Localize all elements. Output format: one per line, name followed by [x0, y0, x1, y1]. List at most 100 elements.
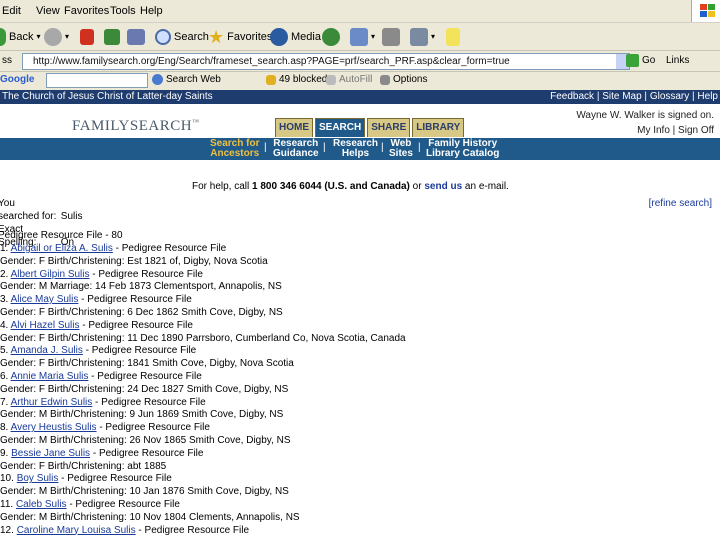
church-name[interactable]: The Church of Jesus Christ of Latter-day…: [2, 91, 213, 102]
print-icon: [382, 27, 400, 46]
favorites-button[interactable]: ★ Favorites: [208, 27, 272, 46]
result-name-link[interactable]: Arthur Edwin Sulis: [11, 397, 93, 408]
edit-button[interactable]: ▾: [410, 27, 435, 46]
result-source: - Pedigree Resource File: [90, 447, 204, 459]
subnav-label: Guidance: [273, 148, 319, 159]
media-button[interactable]: Media: [270, 27, 321, 46]
result-name-link[interactable]: Avery Heustis Sulis: [11, 422, 97, 433]
history-icon: [322, 27, 340, 46]
note-button[interactable]: [446, 27, 460, 46]
result-number: 4.: [0, 319, 9, 331]
note-icon: [446, 27, 460, 46]
account-links[interactable]: My Info | Sign Off: [576, 123, 714, 138]
help-prefix: For help, call: [192, 181, 253, 192]
go-button[interactable]: Go: [626, 54, 655, 67]
address-input[interactable]: http://www.familysearch.org/Eng/Search/f…: [22, 53, 630, 70]
top-links[interactable]: Feedback | Site Map | Glossary | Help: [550, 91, 718, 102]
menu-tools[interactable]: Tools: [110, 5, 136, 17]
subnav-web-sites[interactable]: Web Sites: [389, 139, 413, 159]
subnav-divider: |: [264, 142, 267, 153]
google-search-input[interactable]: [46, 73, 148, 88]
autofill-icon: [326, 74, 336, 85]
subnav-family-history-library-catalog[interactable]: Family History Library Catalog: [426, 139, 499, 159]
windows-logo-icon: [691, 0, 720, 22]
menu-edit[interactable]: Edit: [2, 5, 21, 17]
result-source: - Pedigree Resource File: [82, 345, 197, 357]
result-item: 12. Caroline Mary Louisa Sulis - Pedigre…: [0, 525, 720, 550]
result-number: 2.: [0, 268, 9, 280]
refine-search-text[interactable]: [refine search]: [649, 198, 712, 209]
autofill-button[interactable]: AutoFill: [326, 74, 372, 85]
result-number: 11.: [0, 498, 14, 510]
popup-blocked-button[interactable]: 49 blocked: [266, 74, 327, 85]
refresh-icon: [104, 28, 120, 45]
home-button[interactable]: [127, 27, 145, 46]
result-name-link[interactable]: Alice May Sulis: [11, 294, 79, 305]
subnav-label: Helps: [341, 148, 370, 159]
church-strip: The Church of Jesus Christ of Latter-day…: [0, 90, 720, 104]
subnav-label: Library Catalog: [426, 148, 500, 159]
google-search-web-button[interactable]: Search Web: [152, 74, 221, 85]
options-button[interactable]: Options: [380, 74, 427, 85]
google-toolbar: Google Search Web 49 blocked AutoFill Op…: [0, 72, 720, 91]
google-search-web-label: Search Web: [166, 74, 221, 85]
result-name-link[interactable]: Caleb Sulis: [16, 499, 67, 510]
result-item: 3. Alice May Sulis - Pedigree Resource F…: [0, 294, 720, 320]
tab-search[interactable]: SEARCH: [315, 118, 366, 137]
result-item: 5. Amanda J. Sulis - Pedigree Resource F…: [0, 345, 720, 371]
tab-home[interactable]: HOME: [275, 118, 313, 137]
forward-button[interactable]: ▾: [44, 27, 69, 46]
result-number: 8.: [0, 422, 9, 434]
result-name-link[interactable]: Bessie Jane Sulis: [11, 448, 90, 459]
back-button[interactable]: Back ▾: [0, 27, 40, 46]
mail-button[interactable]: ▾: [350, 27, 375, 46]
sub-navigation: Search for Ancestors | Research Guidance…: [0, 138, 720, 160]
links-button[interactable]: Links: [666, 55, 689, 66]
history-button[interactable]: [322, 27, 340, 46]
result-name-link[interactable]: Boy Sulis: [17, 473, 59, 484]
subnav-divider: |: [323, 142, 326, 153]
menu-favorites[interactable]: Favorites: [64, 5, 109, 17]
tab-library[interactable]: LIBRARY: [412, 118, 465, 137]
subnav-label: Ancestors: [210, 148, 260, 159]
result-name-link[interactable]: Abigail or Eliza A. Sulis: [11, 243, 113, 254]
result-item: 9. Bessie Jane Sulis - Pedigree Resource…: [0, 448, 720, 474]
search-label: Search: [174, 30, 209, 43]
familysearch-logo[interactable]: FAMILYSEARCH™: [72, 118, 199, 135]
result-number: 7.: [0, 396, 9, 408]
subnav-search-for-ancestors[interactable]: Search for Ancestors: [210, 139, 259, 159]
result-name-link[interactable]: Caroline Mary Louisa Sulis: [17, 525, 136, 536]
results-list: 1. Abigail or Eliza A. Sulis - Pedigree …: [0, 243, 720, 550]
menu-view[interactable]: View: [36, 5, 60, 17]
refresh-button[interactable]: [104, 27, 120, 46]
edit-icon: [410, 27, 428, 46]
search-button[interactable]: Search: [155, 27, 209, 46]
result-event: Gender: F Birth/Christening: Est 1821 of…: [0, 255, 268, 267]
options-icon: [380, 74, 390, 85]
menu-help[interactable]: Help: [140, 5, 163, 17]
refine-search-link[interactable]: [refine search]: [649, 198, 712, 209]
tab-share[interactable]: SHARE: [367, 118, 411, 137]
result-event: Gender: M Birth/Christening: 10 Nov 1804…: [0, 511, 300, 523]
stop-button[interactable]: [80, 27, 94, 46]
result-name-link[interactable]: Albert Gilpin Sulis: [11, 269, 90, 280]
result-source: - Pedigree Resource File: [58, 473, 172, 485]
logo-text: FAMILYSEARCH: [72, 118, 193, 134]
result-number: 10.: [0, 473, 14, 485]
subnav-research-helps[interactable]: Research Helps: [333, 139, 378, 159]
result-item: 1. Abigail or Eliza A. Sulis - Pedigree …: [0, 243, 720, 269]
result-item: 6. Annie Maria Sulis - Pedigree Resource…: [0, 371, 720, 397]
result-name-link[interactable]: Alvi Hazel Sulis: [11, 320, 80, 331]
subnav-research-guidance[interactable]: Research Guidance: [273, 139, 319, 159]
send-email-link[interactable]: send us: [424, 181, 462, 192]
google-logo[interactable]: Google: [0, 74, 34, 85]
dropdown-arrow-icon: ▾: [65, 32, 70, 41]
result-event: Gender: M Birth/Christening: 10 Jan 1876…: [0, 486, 289, 498]
searched-for-label: You searched for:: [0, 198, 57, 222]
result-name-link[interactable]: Annie Maria Sulis: [11, 371, 89, 382]
home-icon: [127, 28, 145, 45]
print-button[interactable]: [382, 27, 400, 46]
result-source: - Pedigree Resource File: [92, 396, 206, 408]
dropdown-arrow-icon: ▾: [36, 32, 41, 41]
result-name-link[interactable]: Amanda J. Sulis: [11, 345, 83, 356]
